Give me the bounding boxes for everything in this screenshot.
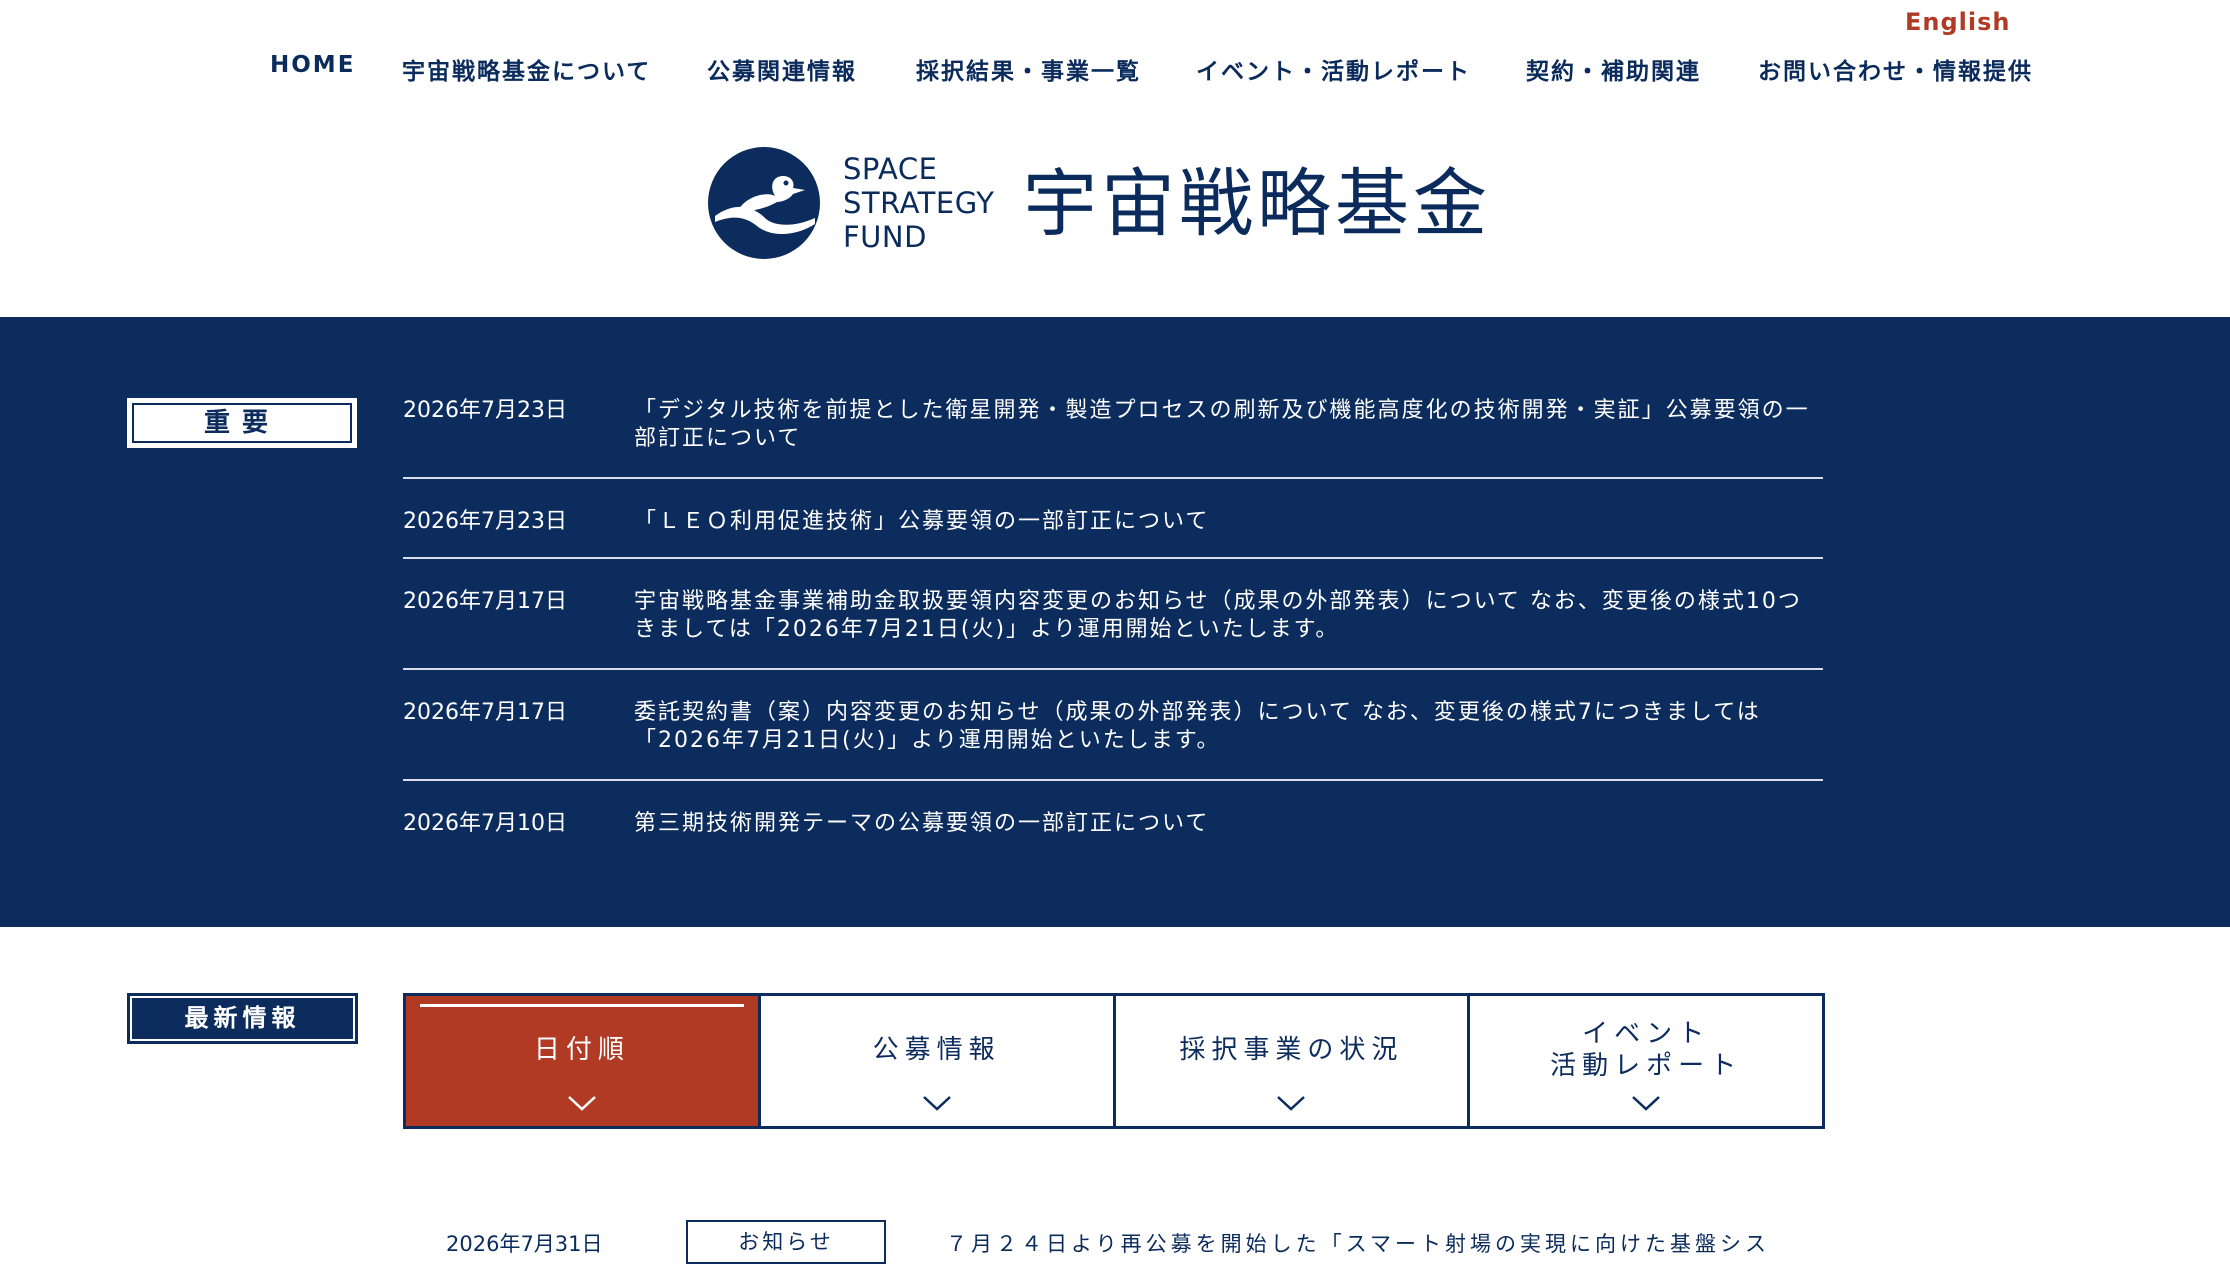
important-link[interactable]: 「ＬＥＯ利用促進技術」公募要領の一部訂正について: [634, 508, 1819, 536]
news-item[interactable]: 2026年7月31日 お知らせ ７月２４日より再公募を開始した「スマート射場の実…: [446, 1220, 1806, 1264]
important-date: 2026年7月10日: [403, 811, 567, 836]
important-list: 2026年7月23日 「デジタル技術を前提とした衛星開発・製造プロセスの刷新及び…: [403, 397, 1823, 841]
important-date: 2026年7月17日: [403, 700, 567, 725]
news-date: 2026年7月31日: [446, 1232, 603, 1256]
chevron-down-icon: [1632, 1096, 1660, 1111]
nav-results[interactable]: 採択結果・事業一覧: [916, 52, 1141, 86]
chevron-down-icon: [922, 1096, 951, 1111]
tab-adopted-projects[interactable]: 採択事業の状況: [1115, 996, 1471, 1126]
nav-about[interactable]: 宇宙戦略基金について: [402, 52, 651, 86]
important-item[interactable]: 2026年7月17日 委託契約書（案）内容変更のお知らせ（成果の外部発表）につい…: [403, 670, 1823, 781]
tab-calls[interactable]: 公募情報: [760, 996, 1116, 1126]
important-date: 2026年7月23日: [403, 398, 567, 423]
nav-calls[interactable]: 公募関連情報: [707, 52, 857, 86]
important-link[interactable]: 委託契約書（案）内容変更のお知らせ（成果の外部発表）について なお、変更後の様式…: [634, 699, 1819, 755]
english-link[interactable]: English: [1905, 8, 2010, 36]
important-date: 2026年7月23日: [403, 509, 567, 534]
news-link[interactable]: ７月２４日より再公募を開始した「スマート射場の実現に向けた基盤シス: [946, 1228, 1770, 1258]
important-link[interactable]: 「デジタル技術を前提とした衛星開発・製造プロセスの刷新及び機能高度化の技術開発・…: [634, 397, 1819, 453]
important-item[interactable]: 2026年7月23日 「デジタル技術を前提とした衛星開発・製造プロセスの刷新及び…: [403, 397, 1823, 479]
important-link[interactable]: 宇宙戦略基金事業補助金取扱要領内容変更のお知らせ（成果の外部発表）について なお…: [634, 588, 1819, 644]
news-category-badge: お知らせ: [686, 1220, 886, 1264]
important-link[interactable]: 第三期技術開発テーマの公募要領の一部訂正について: [634, 810, 1819, 838]
important-label: 重要: [127, 398, 357, 448]
chevron-down-icon: [568, 1096, 596, 1111]
logo-text-ja: 宇宙戦略基金: [1023, 161, 1491, 247]
bird-emblem-icon: [708, 147, 820, 259]
important-item[interactable]: 2026年7月10日 第三期技術開発テーマの公募要領の一部訂正について: [403, 781, 1823, 841]
important-item[interactable]: 2026年7月23日 「ＬＥＯ利用促進技術」公募要領の一部訂正について: [403, 479, 1823, 559]
chevron-down-icon: [1277, 1096, 1306, 1111]
nav-home[interactable]: HOME: [270, 52, 355, 78]
nav-events[interactable]: イベント・活動レポート: [1196, 52, 1471, 86]
logo-text-en: SPACE STRATEGY FUND: [843, 152, 995, 254]
latest-tabs: 日付順 公募情報 採択事業の状況 イベント 活動レポート: [403, 993, 1825, 1129]
important-date: 2026年7月17日: [403, 589, 567, 614]
important-item[interactable]: 2026年7月17日 宇宙戦略基金事業補助金取扱要領内容変更のお知らせ（成果の外…: [403, 559, 1823, 670]
nav-contracts[interactable]: 契約・補助関連: [1526, 52, 1701, 86]
tab-events[interactable]: イベント 活動レポート: [1470, 996, 1822, 1126]
nav-contact[interactable]: お問い合わせ・情報提供: [1758, 52, 2033, 86]
latest-label: 最新情報: [127, 993, 358, 1044]
tab-by-date[interactable]: 日付順: [406, 996, 761, 1126]
important-notices: 重要 2026年7月23日 「デジタル技術を前提とした衛星開発・製造プロセスの刷…: [0, 317, 2230, 927]
